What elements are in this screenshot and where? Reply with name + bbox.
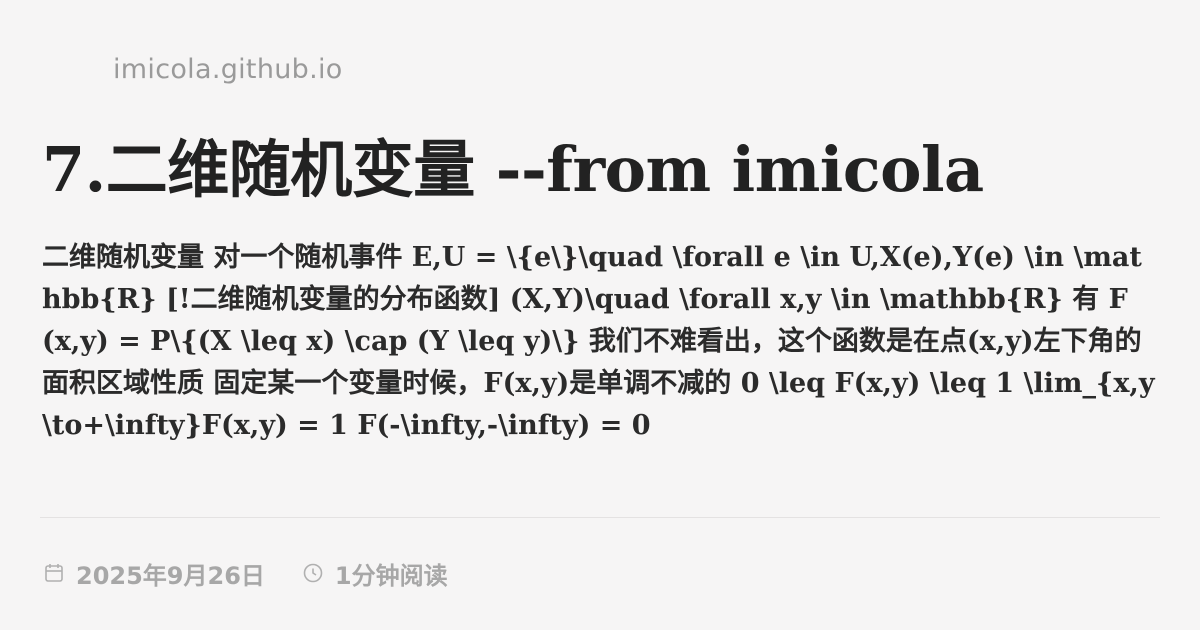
post-excerpt: 二维随机变量 对一个随机事件 E,U = \{e\}\quad \forall … bbox=[42, 242, 1155, 441]
post-date-text: 2025年9月26日 bbox=[76, 561, 265, 590]
reading-time: 1分钟阅读 bbox=[301, 556, 448, 591]
post-date: 2025年9月26日 bbox=[42, 556, 265, 591]
divider bbox=[40, 517, 1160, 518]
site-domain[interactable]: imicola.github.io bbox=[113, 50, 343, 90]
post-title[interactable]: 7.二维随机变量 --from imicola bbox=[42, 124, 1182, 216]
reading-time-text: 1分钟阅读 bbox=[334, 561, 448, 590]
calendar-icon bbox=[42, 561, 66, 585]
post-meta: 2025年9月26日 1分钟阅读 bbox=[42, 553, 448, 593]
clock-icon bbox=[301, 561, 325, 585]
